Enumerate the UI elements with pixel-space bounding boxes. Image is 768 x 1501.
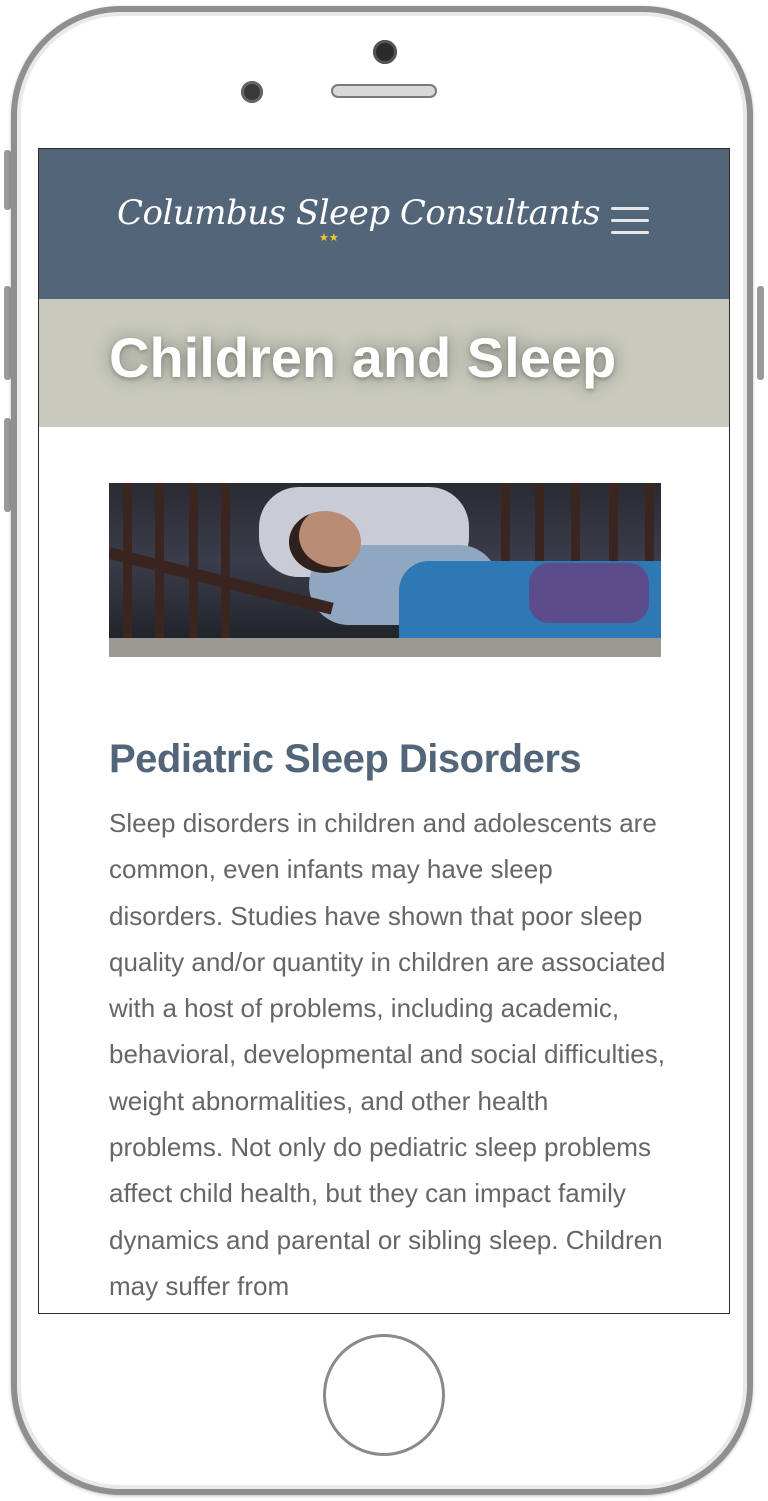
proximity-sensor [241, 81, 263, 103]
article-body-text: Sleep disorders in children and adolesce… [109, 808, 666, 1301]
power-button[interactable] [757, 286, 764, 380]
hamburger-menu-icon[interactable] [611, 207, 649, 237]
section-heading: Pediatric Sleep Disorders [109, 737, 582, 781]
front-camera [373, 40, 397, 64]
volume-down-button[interactable] [4, 418, 11, 512]
home-button[interactable] [323, 1334, 445, 1456]
site-logo-text: Columbus Sleep Consultants [117, 193, 600, 233]
phone-screen: Columbus Sleep Consultants ★★ Children a… [38, 148, 730, 1314]
article-content: Pediatric Sleep Disorders Sleep disorder… [109, 737, 669, 1309]
volume-up-button[interactable] [4, 286, 11, 380]
logo-stars-icon: ★★ [319, 231, 339, 244]
earpiece-speaker [331, 84, 437, 98]
sleeping-child-photo [109, 483, 661, 638]
page-title-banner: Children and Sleep [39, 299, 729, 427]
hero-image [109, 483, 661, 657]
site-logo[interactable]: Columbus Sleep Consultants [117, 193, 600, 233]
site-header: Columbus Sleep Consultants ★★ [39, 149, 729, 299]
page-title: Children and Sleep [109, 326, 617, 389]
silent-switch[interactable] [4, 150, 11, 210]
